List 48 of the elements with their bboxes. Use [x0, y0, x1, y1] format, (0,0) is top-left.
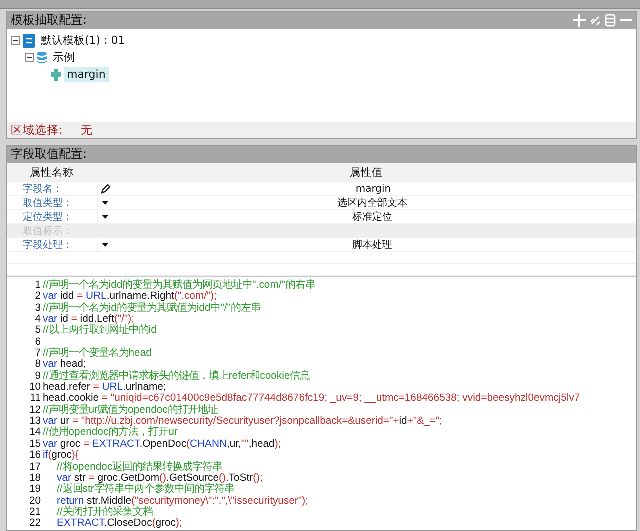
tree-node[interactable]: 示例	[50, 49, 78, 66]
property-name: 取值类型 :	[22, 196, 71, 210]
column-header: 属性值	[349, 166, 384, 180]
tree-node[interactable]: 默认模板(1) : 01	[38, 32, 128, 49]
code-line: 11 head.cookie = "uniqid=c67c01400c9e5d8fac77744d8676fc19; _uv=9; __utmc=168466538; vvid=beesyhzl0evmcj5lv7	[29, 393, 582, 404]
template-icon	[23, 34, 35, 48]
field-icon	[51, 68, 61, 80]
code-line: 13 var ur = "http://u.zbj.com/newsecurity/Securityuser?jsonpcallback=&userid="+id+"&_=";	[28, 416, 444, 428]
code-line: 15 var groc = EXTRACT.OpenDoc(CHANN,ur,"",head);	[28, 438, 282, 450]
collapse-toggle-icon[interactable]	[11, 36, 20, 45]
property-name: 定位类型 :	[22, 210, 71, 224]
property-name: 字段名 :	[22, 182, 61, 196]
code-line: 16 if(groc){	[28, 450, 80, 462]
panel-title: 字段取值配置:	[11, 146, 88, 163]
code-line: 8 var head;	[34, 359, 86, 370]
dropdown-caret-icon[interactable]	[102, 215, 109, 219]
code-line: 6	[34, 336, 42, 348]
code-line: 12 //声明变量ur赋值为opendoc的打开地址	[28, 404, 220, 416]
code-line: 10 head.refer = URL.urlname;	[28, 382, 168, 394]
code-line: 22 EXTRACT.CloseDoc(groc);	[28, 518, 184, 530]
property-value: 选区内全部文本	[336, 196, 408, 210]
region-label: 区域选择:	[11, 122, 63, 138]
code-line: 1 //声明一个名为idd的变量为其赋值为网页地址中".com/"的右串	[34, 280, 316, 292]
code-line: 7 //声明一个变量名为head	[34, 348, 153, 360]
property-value: margin	[354, 184, 392, 194]
code-line: 21 //关闭打开的采集文档	[28, 506, 153, 518]
property-name: 字段处理 :	[22, 238, 71, 252]
tree-node[interactable]: margin	[64, 67, 109, 82]
panel-title: 模板抽取配置:	[11, 12, 88, 29]
dropdown-caret-icon[interactable]	[102, 243, 109, 247]
code-line: 9 //通过查看浏览器中请求标头的键值，填上refer和cookie信息	[34, 370, 312, 382]
pencil-icon[interactable]	[101, 184, 111, 194]
code-line: 18 var str = groc.GetDom().GetSource().ToStr();	[28, 472, 264, 484]
property-value: 标准定位	[352, 210, 394, 224]
property-value: 脚本处理	[352, 238, 394, 252]
collapse-toggle-icon[interactable]	[25, 53, 34, 62]
region-value: 无	[80, 122, 93, 138]
code-line: 20 return str.Middle("securitymoney\":",",\"issecurityuser");	[28, 496, 310, 507]
code-line: 5 //以上两行取到网址中的id	[34, 325, 158, 337]
database-icon	[37, 52, 47, 64]
code-line: 19 //返回str字符串中两个参数中间的字符串	[28, 484, 236, 496]
code-line: 14 //使用opendoc的方法，打开ur	[28, 427, 178, 439]
code-line: 3 //声明一个名为id的变量为其赋值为idd中"/"的左串	[34, 302, 262, 314]
code-line: 2 var idd = URL.urlname.Right(".com/");	[34, 291, 218, 302]
code-line: 4 var id = idd.Left("/");	[34, 314, 134, 326]
code-line: 17 //将opendoc返回的结果转换成字符串	[28, 462, 224, 473]
dropdown-caret-icon[interactable]	[102, 201, 109, 205]
column-header: 属性名称	[29, 166, 75, 180]
